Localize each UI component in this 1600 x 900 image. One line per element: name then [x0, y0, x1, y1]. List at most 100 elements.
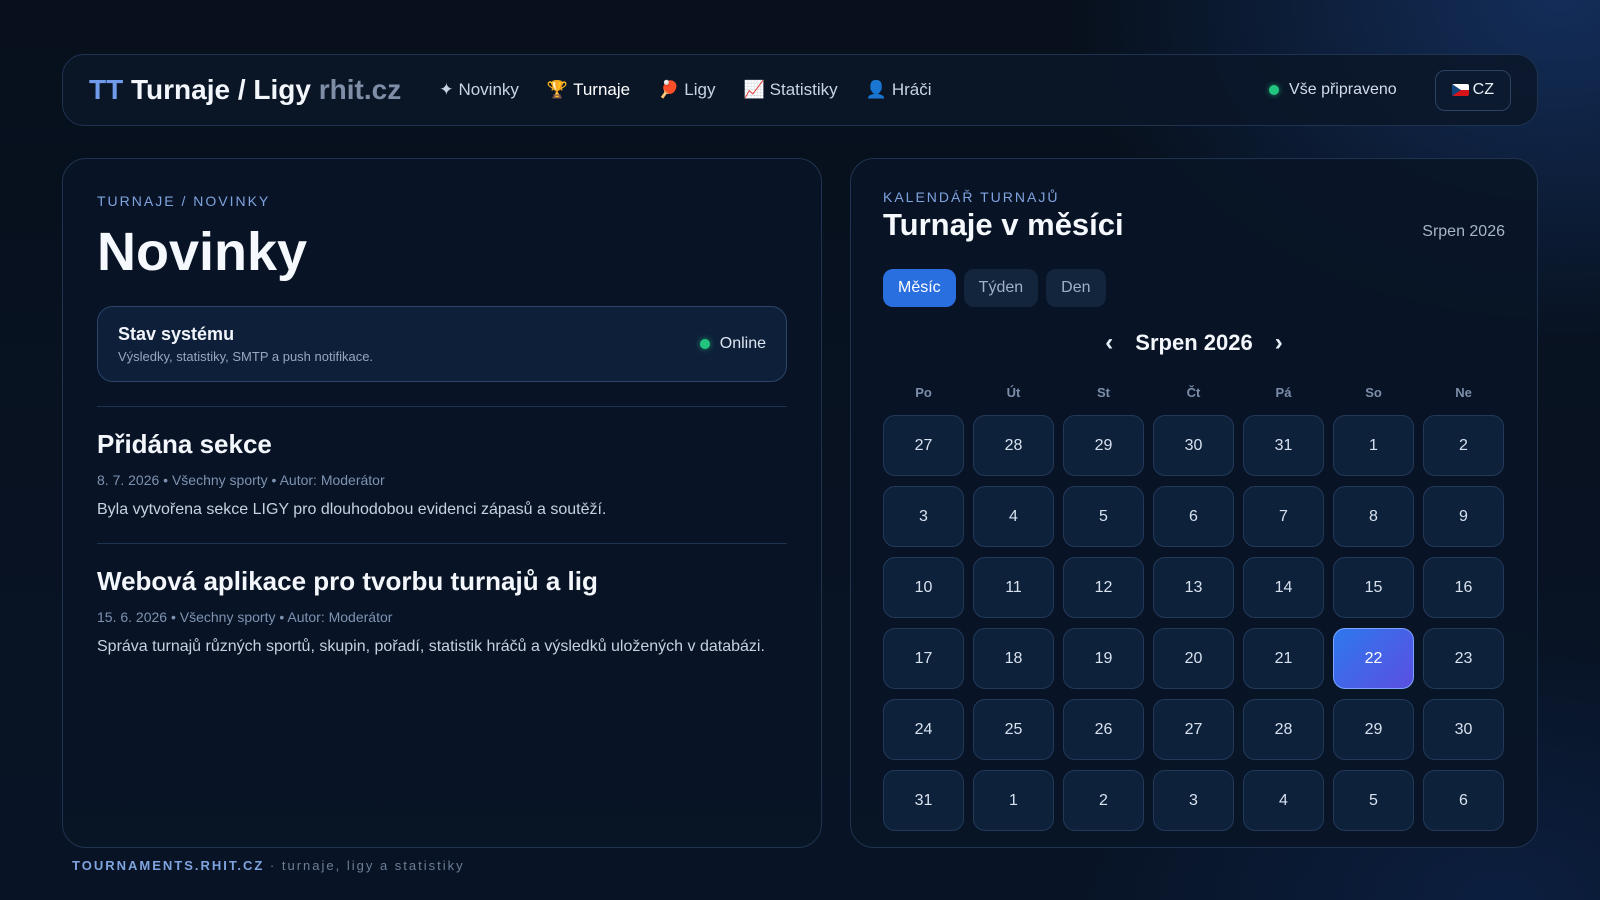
nav-icon: ✦	[439, 80, 454, 99]
weekday-label: So	[1365, 385, 1382, 400]
calendar-day[interactable]: 14	[1243, 557, 1324, 618]
calendar-day[interactable]: 4	[1243, 770, 1324, 831]
calendar-day[interactable]: 30	[1153, 415, 1234, 476]
language-label: CZ	[1472, 81, 1494, 98]
breadcrumb: TURNAJE / NOVINKY	[97, 193, 271, 209]
calendar-eyebrow: KALENDÁŘ TURNAJŮ	[883, 189, 1060, 205]
calendar-day[interactable]: 29	[1333, 699, 1414, 760]
calendar-day[interactable]: 15	[1333, 557, 1414, 618]
news-list: Přidána sekce 8. 7. 2026 • Všechny sporty…	[97, 407, 787, 680]
calendar-day[interactable]: 8	[1333, 486, 1414, 547]
calendar-view-tabs: Měsíc Týden Den	[883, 269, 1505, 307]
news-title[interactable]: Webová aplikace pro tvorbu turnajů a lig	[97, 566, 787, 597]
calendar-day[interactable]: 2	[1423, 415, 1504, 476]
weekday-label: Čt	[1186, 385, 1201, 400]
nav-label: Hráči	[891, 80, 932, 99]
view-tab-2[interactable]: Den	[1046, 269, 1106, 307]
status-card-subtitle: Výsledky, statistiky, SMTP a push notifi…	[118, 349, 374, 365]
news-meta: 8. 7. 2026 • Všechny sporty • Autor: Mod…	[97, 472, 385, 489]
calendar-day[interactable]: 23	[1423, 628, 1504, 689]
calendar-day[interactable]: 6	[1153, 486, 1234, 547]
calendar-day[interactable]: 3	[1153, 770, 1234, 831]
news-meta: 15. 6. 2026 • Všechny sporty • Autor: Mo…	[97, 609, 393, 626]
nav-item-0[interactable]: ✦ Novinky	[439, 80, 519, 100]
czech-flag-icon	[1451, 84, 1469, 96]
nav-item-1[interactable]: 🏆 Turnaje	[547, 80, 630, 100]
news-title[interactable]: Přidána sekce	[97, 429, 787, 460]
calendar-day[interactable]: 28	[973, 415, 1054, 476]
calendar-current-month: Srpen 2026	[1422, 223, 1505, 240]
calendar-day[interactable]: 24	[883, 699, 964, 760]
next-month-icon[interactable]: ›	[1275, 329, 1283, 357]
calendar-day[interactable]: 17	[883, 628, 964, 689]
calendar-day[interactable]: 11	[973, 557, 1054, 618]
calendar-day[interactable]: 9	[1423, 486, 1504, 547]
brand-tt: TT	[89, 74, 124, 105]
nav-label: Ligy	[684, 80, 716, 99]
calendar-day[interactable]: 16	[1423, 557, 1504, 618]
calendar-day[interactable]: 29	[1063, 415, 1144, 476]
news-body: Správa turnajů různých sportů, skupin, p…	[97, 638, 765, 656]
month-navigation: ‹ Srpen 2026 ›	[883, 329, 1505, 357]
calendar-day[interactable]: 30	[1423, 699, 1504, 760]
weekday-label: St	[1097, 385, 1110, 400]
online-dot-icon	[699, 339, 710, 350]
nav-item-2[interactable]: 🏓 Ligy	[658, 80, 715, 100]
system-status-card: Stav systému Výsledky, statistiky, SMTP …	[97, 306, 787, 383]
calendar-day[interactable]: 12	[1063, 557, 1144, 618]
view-tab-0[interactable]: Měsíc	[883, 269, 956, 307]
prev-month-icon[interactable]: ‹	[1105, 329, 1113, 357]
brand-domain: rhit.cz	[318, 74, 402, 105]
calendar-day[interactable]: 25	[973, 699, 1054, 760]
calendar-day-selected[interactable]: 22	[1333, 628, 1414, 689]
nav-label: Statistiky	[769, 80, 838, 99]
calendar-day[interactable]: 7	[1243, 486, 1324, 547]
language-button[interactable]: CZ	[1434, 69, 1511, 111]
nav-item-4[interactable]: 👤 Hráči	[866, 80, 932, 100]
weekday-label: Pá	[1275, 385, 1292, 400]
brand-logo[interactable]: TT Turnaje / Ligy rhit.cz	[89, 74, 401, 106]
calendar-day[interactable]: 13	[1153, 557, 1234, 618]
calendar-day[interactable]: 31	[1243, 415, 1324, 476]
calendar-day[interactable]: 27	[883, 415, 964, 476]
news-panel: TURNAJE / NOVINKY Novinky Stav systému V…	[62, 158, 822, 848]
nav-icon: 📈	[743, 80, 765, 99]
calendar-day[interactable]: 1	[973, 770, 1054, 831]
calendar-day[interactable]: 5	[1063, 486, 1144, 547]
calendar-day[interactable]: 2	[1063, 770, 1144, 831]
calendar-day[interactable]: 19	[1063, 628, 1144, 689]
nav-item-3[interactable]: 📈 Statistiky	[743, 80, 837, 100]
calendar-day[interactable]: 20	[1153, 628, 1234, 689]
status-dot-icon	[1269, 85, 1280, 95]
calendar-day[interactable]: 31	[883, 770, 964, 831]
nav-icon: 🏓	[658, 80, 680, 99]
view-tab-1[interactable]: Týden	[963, 269, 1039, 307]
calendar-day[interactable]: 6	[1423, 770, 1504, 831]
calendar-day[interactable]: 10	[883, 557, 964, 618]
system-status: Vše připraveno	[1269, 81, 1397, 99]
footer-tagline: · turnaje, ligy a statistiky	[264, 858, 465, 873]
calendar-day[interactable]: 27	[1153, 699, 1234, 760]
news-item: Přidána sekce 8. 7. 2026 • Všechny sporty…	[97, 407, 787, 545]
calendar-day[interactable]: 26	[1063, 699, 1144, 760]
calendar-day[interactable]: 4	[973, 486, 1054, 547]
calendar-day[interactable]: 5	[1333, 770, 1414, 831]
calendar-day[interactable]: 18	[973, 628, 1054, 689]
calendar-day[interactable]: 21	[1243, 628, 1324, 689]
calendar-day[interactable]: 3	[883, 486, 964, 547]
calendar-day[interactable]: 28	[1243, 699, 1324, 760]
nav-icon: 🏆	[546, 80, 569, 99]
calendar-day[interactable]: 1	[1333, 415, 1414, 476]
calendar-panel: KALENDÁŘ TURNAJŮ Turnaje v měsíci Srpen …	[850, 158, 1538, 848]
nav-icon: 👤	[865, 80, 887, 99]
brand-title: Turnaje / Ligy	[131, 74, 311, 105]
online-indicator: Online	[699, 335, 766, 353]
news-body: Byla vytvořena sekce LIGY pro dlouhodobo…	[97, 501, 607, 519]
calendar-title: Turnaje v měsíci	[883, 207, 1124, 242]
weekday-header: Po Út St Čt Pá So Ne	[883, 385, 1505, 400]
footer: TOURNAMENTS.RHIT.CZ · turnaje, ligy a st…	[72, 858, 465, 873]
online-label: Online	[719, 335, 766, 353]
page-title: Novinky	[97, 222, 308, 282]
system-status-text: Vše připraveno	[1289, 81, 1397, 98]
footer-site: TOURNAMENTS.RHIT.CZ	[72, 858, 265, 873]
